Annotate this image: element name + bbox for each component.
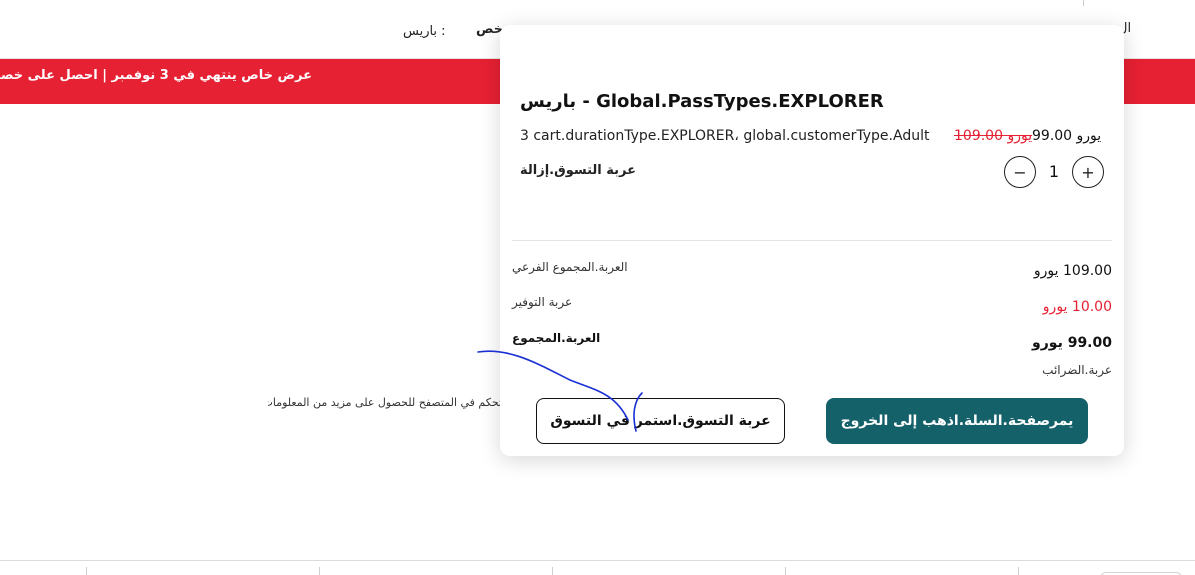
checkout-button[interactable]: يمرصفحة.السلة.اذهب إلى الخروج <box>826 398 1088 444</box>
cart-popover: باريس - Global.PassTypes.EXPLORER 3 cart… <box>500 25 1124 456</box>
footer-tabs <box>0 560 1195 575</box>
quantity-value: 1 <box>1048 162 1060 181</box>
city-label: : باريس <box>403 24 446 39</box>
continue-shopping-button[interactable]: عربة التسوق.استمر في التسوق <box>536 398 785 444</box>
cart-divider <box>512 240 1112 241</box>
footer-tab-divider <box>86 567 87 575</box>
background-note: تحكم في المتصفح للحصول على مزيد من المعل… <box>268 396 502 409</box>
quantity-increase-button[interactable]: + <box>1072 156 1104 188</box>
quantity-decrease-button[interactable]: − <box>1004 156 1036 188</box>
subtotal-label: العربة.المجموع الفرعي <box>512 260 628 274</box>
remove-item-link[interactable]: عربة التسوق.إزالة <box>520 163 636 178</box>
plus-icon: + <box>1081 162 1095 182</box>
savings-value: 10.00 يورو <box>1042 299 1112 315</box>
total-value: 99.00 يورو <box>1032 335 1112 351</box>
price-current: 99.00 يورو <box>1032 128 1102 144</box>
footer-tab-divider <box>319 567 320 575</box>
footer-tab-divider <box>1018 567 1019 575</box>
promo-text: عرض خاص ينتهي في 3 نوفمبر | احصل على خصم… <box>0 68 312 83</box>
taxes-label: عربة.الضرائب <box>1042 363 1112 377</box>
total-label: العربة.المجموع <box>512 331 601 345</box>
subtotal-value: 109.00 يورو <box>1033 263 1112 279</box>
footer-tab-divider <box>785 567 786 575</box>
cart-item-details: 3 cart.durationType.EXPLORER، global.cus… <box>520 128 930 144</box>
price-original: 109.00 يورو <box>954 128 1033 144</box>
footer-tab-divider <box>552 567 553 575</box>
header-divider <box>1083 0 1084 6</box>
savings-label: عربة التوفير <box>512 295 573 309</box>
cart-item-title: باريس - Global.PassTypes.EXPLORER <box>520 91 884 112</box>
page: : باريس خص ال عرض خاص ينتهي في 3 نوفمبر … <box>0 0 1195 575</box>
minus-icon: − <box>1013 162 1027 182</box>
